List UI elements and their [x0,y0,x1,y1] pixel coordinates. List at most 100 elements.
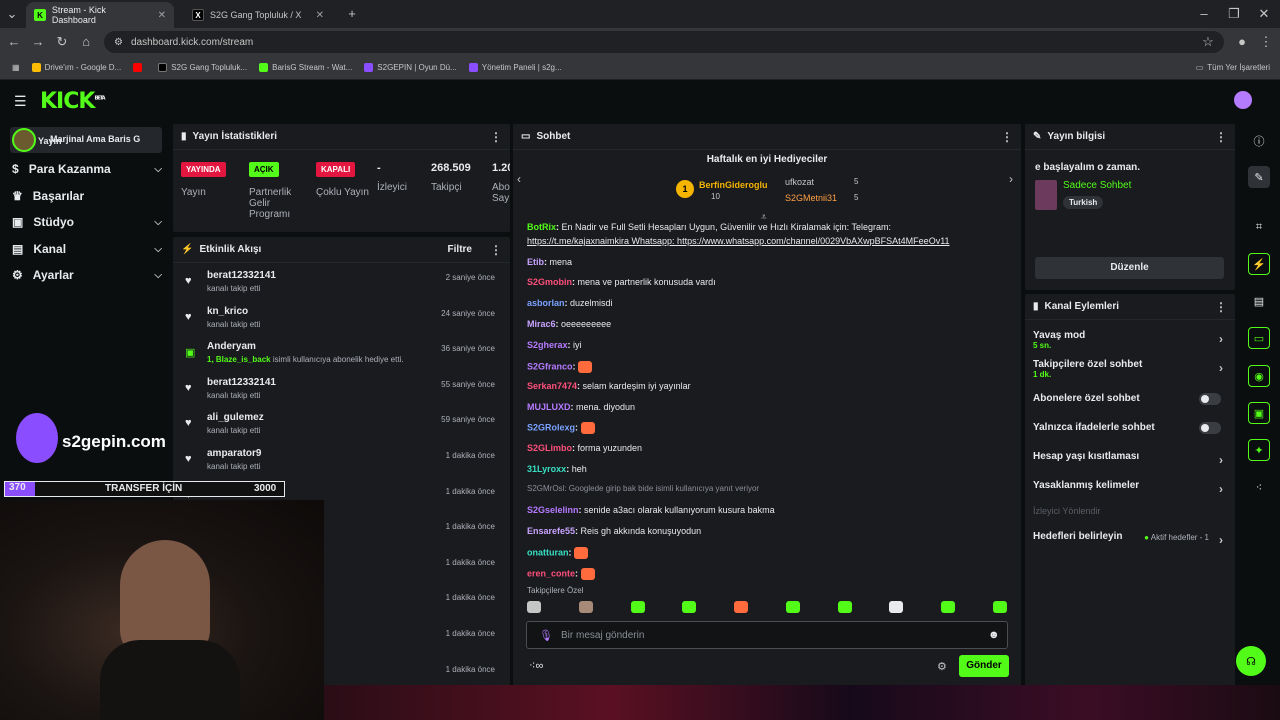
close-window-icon[interactable]: ✕ [1256,6,1272,22]
new-tab-icon[interactable]: + [344,6,360,22]
close-tab-icon[interactable]: ✕ [158,10,166,21]
chat-username[interactable]: S2gherax [527,340,568,350]
chat-username[interactable]: 31Lyroxx [527,464,566,474]
emote-icon[interactable] [527,601,541,613]
close-tab-icon[interactable]: ✕ [316,10,324,21]
bookmark-x[interactable]: S2G Gang Topluluk... [158,63,247,72]
edit-icon[interactable]: ✎ [1248,166,1270,188]
back-icon[interactable]: ← [6,34,22,50]
chat-username[interactable]: S2GRolexg [527,422,575,432]
emote-icon[interactable] [889,601,904,613]
bolt-icon[interactable]: ⚡ [1248,253,1270,275]
chat-username[interactable]: S2GLimbo [527,443,572,453]
chat-username[interactable]: asborlan [527,298,565,308]
tab-x-community[interactable]: X S2G Gang Topluluk / X ✕ [184,2,332,28]
reload-icon[interactable]: ↻ [54,34,70,50]
bookmark-s2gepin[interactable]: S2GEPIN | Oyun Dü... [364,63,457,72]
more-options-icon[interactable]: ⋮ [1001,130,1013,144]
profile-avatar[interactable]: ● [1234,34,1250,50]
sidebar-item-studio[interactable]: ▣ Stüdyo ⌵ [12,215,162,229]
emote-icon[interactable] [734,601,749,613]
toggle-switch[interactable] [1199,393,1221,405]
more-options-icon[interactable]: ⋮ [490,243,502,257]
bookmark-drive[interactable]: Drive'ım - Google D... [31,63,121,72]
chat-username[interactable]: S2Gfranco [527,361,573,371]
chat-username[interactable]: S2Gselelinn [527,505,579,515]
restore-icon[interactable]: ❐ [1226,6,1242,22]
chat-username[interactable]: Etib [527,257,544,267]
chevron-right-icon[interactable]: › [1009,172,1013,186]
chat-username[interactable]: S2Gmobin [527,277,572,287]
info-icon[interactable]: ⓘ [1248,130,1270,152]
sidebar-item-settings[interactable]: ⚙ Ayarlar ⌵ [12,268,162,282]
support-headset-icon[interactable]: ☊ [1236,646,1266,676]
kick-points-icon[interactable]: ⁖∞ [529,659,543,672]
more-options-icon[interactable]: ⋮ [490,130,502,144]
tab-kick-dashboard[interactable]: K Stream - Kick Dashboard ✕ [26,2,174,28]
gear-icon[interactable]: ⚙ [937,660,947,673]
mod-icon[interactable]: ▣ [1248,402,1270,424]
broadcast-icon[interactable]: ◉ [1248,365,1270,387]
sidebar-item-achievements[interactable]: ♛ Başarılar [12,189,162,203]
filter-button[interactable]: Filtre [448,244,472,255]
channel-action-row[interactable]: Yalnızca ifadelerle sohbet [1033,422,1223,434]
bookmark-yonetim[interactable]: Yönetim Paneli | s2g... [468,63,562,72]
microphone-icon[interactable]: 🎙 [539,629,553,642]
channel-action-row[interactable]: Yasaklanmış kelimeler › [1033,480,1223,496]
user-avatar[interactable] [1234,91,1252,109]
channel-action-row[interactable]: Yavaş mod 5 sn. › [1033,330,1223,350]
hamburger-menu-icon[interactable]: ☰ [14,93,27,110]
channel-action-row[interactable]: Hedefleri belirleyin ● Aktif hedefler - 1… [1033,531,1223,547]
send-button[interactable]: Gönder [959,655,1009,677]
category-link[interactable]: Sadece Sohbet [1063,180,1131,191]
chat-username[interactable]: Mirac6 [527,319,556,329]
all-bookmarks[interactable]: ▭ Tüm Yer İşaretleri [1196,63,1270,72]
capture-icon[interactable]: ⌗ [1248,216,1270,238]
emoji-icon[interactable]: ☻ [988,629,1000,641]
chat-username[interactable]: onatturan [527,547,569,557]
more-options-icon[interactable]: ⋮ [1215,300,1227,314]
chat-username[interactable]: eren_conte [527,568,575,578]
kick-points-icon[interactable]: ⁖ [1248,476,1270,498]
chat-username[interactable]: BotRix [527,222,556,232]
channel-action-row[interactable]: Hesap yaşı kısıtlaması › [1033,451,1223,467]
channel-action-row[interactable]: Abonelere özel sohbet [1033,393,1223,405]
document-icon[interactable]: ▤ [1248,290,1270,312]
tag-chip[interactable]: Turkish [1063,196,1104,209]
chevron-right-icon: › [1219,332,1223,346]
tab-search-icon[interactable]: ⌄ [4,6,20,22]
emote-icon[interactable] [941,601,956,613]
bookmark-star-icon[interactable]: ☆ [1200,34,1216,50]
forward-icon[interactable]: → [30,34,46,50]
wrench-icon[interactable]: ✦ [1248,439,1270,461]
edit-button[interactable]: Düzenle [1035,257,1224,279]
emote-icon[interactable] [630,601,645,613]
emote-icon[interactable] [682,601,697,613]
home-icon[interactable]: ⌂ [78,34,94,50]
chevron-left-icon[interactable]: ‹ [517,172,521,186]
emote-icon[interactable] [785,601,800,613]
toggle-switch[interactable] [1199,422,1221,434]
channel-action-row[interactable]: Takipçilere özel sohbet 1 dk. › [1033,359,1223,379]
url-field[interactable]: ⚙ dashboard.kick.com/stream [104,31,1224,53]
browser-menu-icon[interactable]: ⋮ [1258,34,1274,50]
sidebar-user[interactable]: Yayın Marjinal Ama Baris G [10,127,162,153]
sidebar-item-monetization[interactable]: $ Para Kazanma ⌵ [12,162,162,176]
bookmark-barisg[interactable]: BarisG Stream - Wat... [259,63,352,72]
site-info-icon[interactable]: ⚙ [114,37,123,48]
sidebar-item-channel[interactable]: ▤ Kanal ⌵ [12,242,162,256]
emote-icon[interactable] [992,601,1007,613]
chat-username[interactable]: Serkan7474 [527,381,577,391]
chat-username[interactable]: MUJLUXD [527,402,571,412]
kick-logo[interactable]: KICKBETA [40,89,106,114]
apps-grid-icon[interactable]: ▦ [12,63,20,72]
minimize-icon[interactable]: – [1196,6,1212,22]
emote-icon[interactable] [578,601,593,613]
emote-icon[interactable] [837,601,852,613]
chat-username[interactable]: Ensarefe55 [527,526,575,536]
more-options-icon[interactable]: ⋮ [1215,130,1227,144]
chat-icon[interactable]: ▭ [1248,327,1270,349]
chat-input[interactable]: 🎙 Bir mesaj gönderin ☻ [526,621,1008,649]
chat-message: BotRix: En Nadir ve Full Setli Hesapları… [527,222,891,232]
bookmark-youtube[interactable] [133,63,146,72]
